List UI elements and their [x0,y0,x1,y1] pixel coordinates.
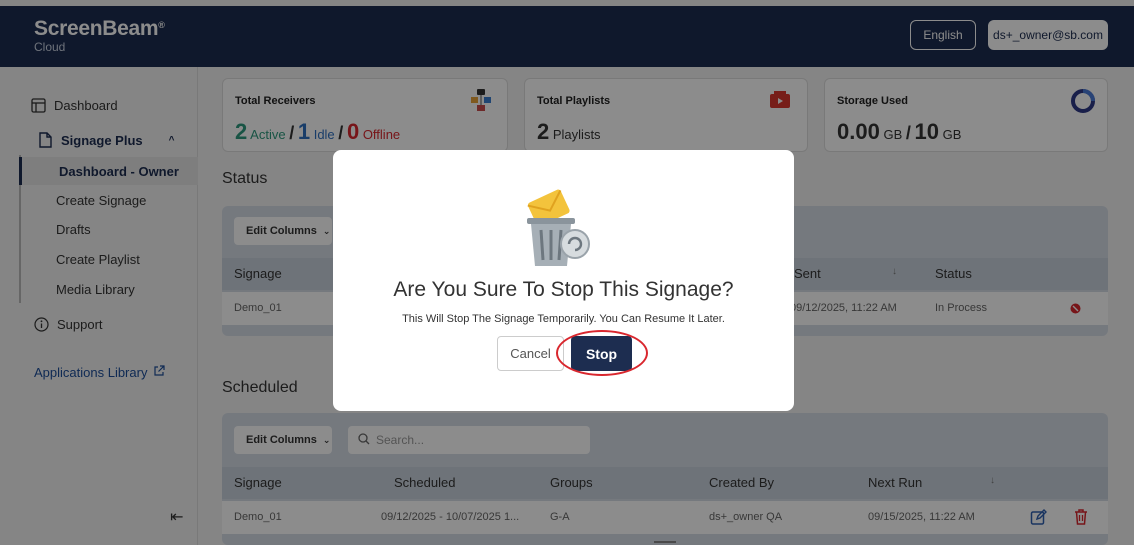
dialog-title: Are You Sure To Stop This Signage? [393,278,734,301]
dialog-message: This Will Stop The Signage Temporarily. … [402,313,725,325]
trash-can-illustration-icon [523,186,603,275]
cancel-button[interactable]: Cancel [497,336,564,371]
highlight-annotation [556,330,648,376]
stop-signage-dialog: Are You Sure To Stop This Signage? This … [333,150,794,411]
